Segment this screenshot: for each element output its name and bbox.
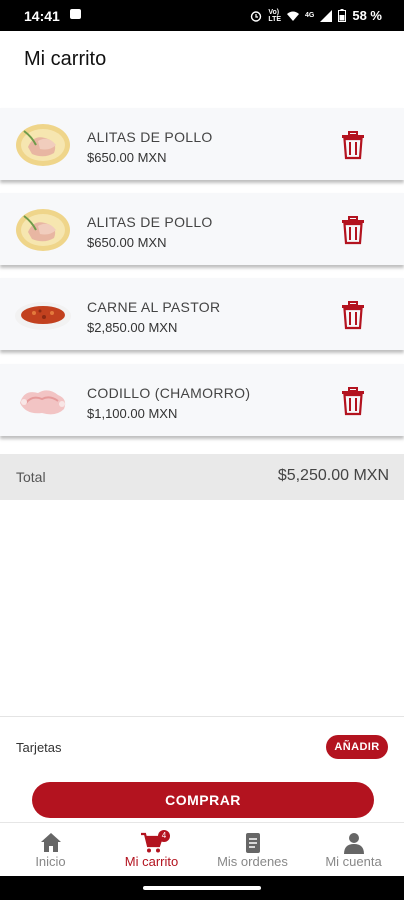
item-price: $2,850.00 MXN — [87, 320, 178, 335]
signal-icon — [320, 9, 333, 22]
nav-label: Mi cuenta — [325, 854, 382, 869]
item-price: $650.00 MXN — [87, 235, 167, 250]
cart-item[interactable]: ALITAS DE POLLO $650.00 MXN — [0, 108, 404, 180]
nav-item-home[interactable]: Inicio — [0, 823, 101, 877]
buy-button[interactable]: COMPRAR — [32, 782, 374, 818]
status-time: 14:41 — [24, 8, 60, 24]
battery-percent: 58 % — [352, 8, 382, 23]
nav-item-cart[interactable]: 4 Mi carrito — [101, 823, 202, 877]
gesture-bar — [0, 876, 404, 900]
chicken-wings-image — [16, 124, 70, 166]
chicken-wings-image — [16, 209, 70, 251]
bottom-nav: Inicio 4 Mi carrito Mis ordenes Mi cuent… — [0, 822, 404, 877]
alarm-icon — [251, 10, 262, 22]
item-name: ALITAS DE POLLO — [87, 129, 213, 145]
item-price: $650.00 MXN — [87, 150, 167, 165]
item-name: CARNE AL PASTOR — [87, 299, 221, 315]
total-label: Total — [16, 469, 46, 485]
pork-shank-image — [20, 390, 66, 415]
nav-item-orders[interactable]: Mis ordenes — [202, 823, 303, 877]
item-price: $1,100.00 MXN — [87, 406, 178, 421]
volte-indicator: Vo) LTE — [268, 8, 282, 23]
item-name: CODILLO (CHAMORRO) — [87, 385, 251, 401]
total-value: $5,250.00 MXN — [277, 467, 389, 484]
nav-label: Inicio — [35, 854, 66, 869]
home-indicator[interactable] — [143, 886, 261, 890]
battery-icon — [338, 9, 347, 22]
cart-badge: 4 — [158, 830, 170, 842]
trash-icon[interactable] — [338, 130, 368, 160]
total-bar: Total $5,250.00 MXN — [0, 454, 404, 500]
message-icon — [70, 9, 81, 19]
page-title: Mi carrito — [24, 48, 107, 70]
pastor-meat-image — [15, 302, 71, 330]
status-icons: Vo) LTE 4G 58 % — [250, 8, 382, 23]
add-card-button[interactable]: AÑADIR — [326, 735, 388, 759]
trash-icon[interactable] — [338, 215, 368, 245]
cards-label: Tarjetas — [16, 740, 62, 755]
cart-item[interactable]: CARNE AL PASTOR $2,850.00 MXN — [0, 278, 404, 350]
wifi-icon — [287, 11, 300, 21]
trash-icon[interactable] — [338, 386, 368, 416]
cart-item[interactable]: CODILLO (CHAMORRO) $1,100.00 MXN — [0, 364, 404, 436]
cart-item[interactable]: ALITAS DE POLLO $650.00 MXN — [0, 193, 404, 265]
status-bar: 14:41 Vo) LTE 4G 58 % — [0, 0, 404, 31]
trash-icon[interactable] — [338, 300, 368, 330]
document-icon — [245, 833, 260, 853]
item-name: ALITAS DE POLLO — [87, 214, 213, 230]
nav-label: Mis ordenes — [217, 854, 288, 869]
nav-item-account[interactable]: Mi cuenta — [303, 823, 404, 877]
person-icon — [343, 833, 364, 854]
home-icon — [40, 833, 61, 852]
nav-label: Mi carrito — [124, 854, 179, 869]
divider — [0, 716, 404, 717]
network-type: 4G — [305, 12, 315, 19]
